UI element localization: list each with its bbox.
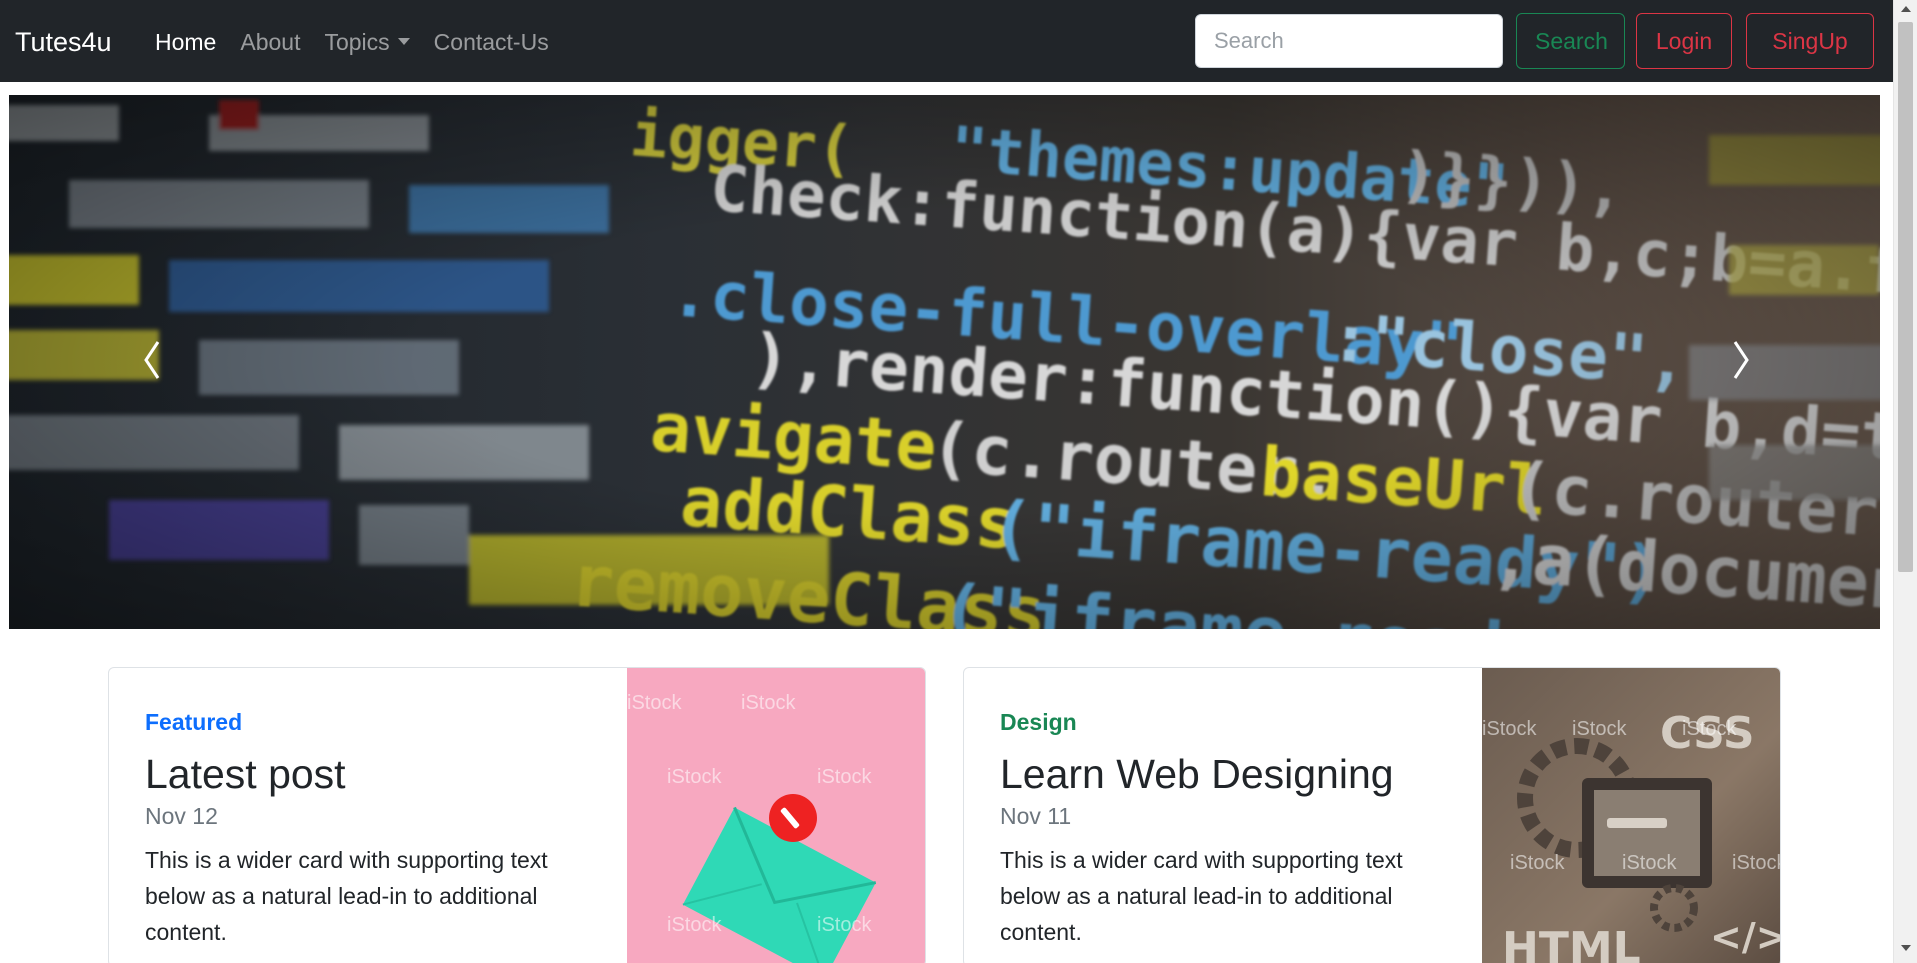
post-card-design[interactable]: Design Learn Web Designing Nov 11 This i… [963,667,1781,963]
nav-links: Home About Topics Contact-Us [155,28,573,56]
watermark-text: iStock [1682,718,1737,740]
card-body: Design Learn Web Designing Nov 11 This i… [964,668,1482,963]
card-date: Nov 12 [145,803,218,829]
nav-link-topics[interactable]: Topics [324,28,410,56]
card-body: Featured Latest post Nov 12 This is a wi… [109,668,627,963]
signup-button[interactable]: SingUp [1746,13,1874,69]
watermark-text: iStock [817,766,872,788]
html-label: HTML [1502,923,1641,963]
search-button[interactable]: Search [1516,13,1625,69]
card-category[interactable]: Design [1000,708,1446,736]
navbar: Tutes4u Home About Topics Contact-Us Sea… [0,0,1893,82]
watermark-text: iStock [1510,852,1565,874]
scroll-down-arrow-icon[interactable] [1901,945,1911,951]
post-card-featured[interactable]: Featured Latest post Nov 12 This is a wi… [108,667,926,963]
watermark-text: iStock [1732,852,1780,874]
nav-link-about[interactable]: About [240,28,300,56]
nav-link-home[interactable]: Home [155,28,216,56]
watermark-text: iStock [667,766,722,788]
watermark-text: iStock [1622,852,1677,874]
card-text: This is a wider card with supporting tex… [145,847,548,945]
watermark-text: iStock [817,914,872,936]
scroll-up-arrow-icon[interactable] [1901,6,1911,12]
card-image-web-design: CSS HTML </> iStock iStock iStock iStock… [1482,668,1781,963]
carousel-next-button[interactable] [1709,330,1769,390]
carousel-prev-button[interactable] [124,330,184,390]
nav-link-contact[interactable]: Contact-Us [434,28,549,56]
watermark-text: iStock [1572,718,1627,740]
scrollbar-thumb[interactable] [1898,22,1913,572]
card-title: Learn Web Designing [1000,751,1394,797]
search-input[interactable] [1195,14,1503,68]
watermark-text: iStock [667,914,722,936]
card-category[interactable]: Featured [145,708,591,736]
code-background-image: igger( "themes:update" )}})), Check:func… [9,95,1880,629]
watermark-text: iStock [741,692,796,714]
nav-link-topics-label: Topics [324,29,390,55]
page-scrollbar[interactable] [1893,0,1917,963]
login-button[interactable]: Login [1636,13,1732,69]
watermark-text: iStock [1482,718,1537,740]
chevron-left-icon [144,341,160,379]
card-date: Nov 11 [1000,803,1072,829]
caret-down-icon [397,38,410,46]
web-design-illustration: CSS HTML </> [1502,708,1781,963]
card-image-envelope: iStock iStock iStock iStock iStock iStoc… [627,668,925,963]
chevron-right-icon [1733,341,1749,379]
card-title: Latest post [145,751,346,797]
card-text: This is a wider card with supporting tex… [1000,847,1403,945]
brand-logo[interactable]: Tutes4u [15,26,112,58]
hero-carousel: igger( "themes:update" )}})), Check:func… [9,95,1880,629]
watermark-text: iStock [627,692,682,714]
code-tag-label: </> [1710,915,1781,959]
